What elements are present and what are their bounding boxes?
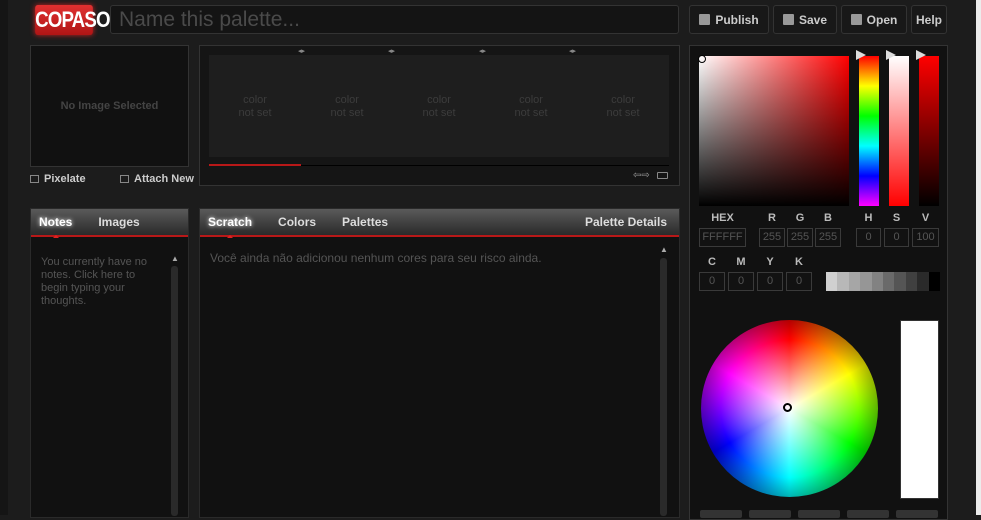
help-button[interactable]: Help: [911, 5, 947, 34]
scroll-up-icon[interactable]: ▲: [660, 245, 668, 254]
tab-colors[interactable]: Colors: [278, 215, 316, 229]
attach-icon: [120, 175, 129, 183]
y-label: Y: [766, 256, 774, 268]
notes-empty-text[interactable]: You currently have no notes. Click here …: [31, 237, 188, 308]
resize-handle-icon[interactable]: ◂▸: [569, 47, 576, 55]
pixelate-label: Pixelate: [44, 173, 86, 185]
palette-name-input[interactable]: Name this palette...: [110, 5, 679, 34]
gray-swatch[interactable]: [894, 272, 906, 291]
save-button[interactable]: Save: [773, 5, 837, 34]
tool-button[interactable]: [749, 510, 791, 518]
no-image-text: No Image Selected: [60, 100, 159, 112]
swatch[interactable]: color not set: [393, 55, 485, 157]
k-input[interactable]: 0: [786, 272, 812, 291]
swatch[interactable]: color not set: [209, 55, 301, 157]
tool-button[interactable]: [847, 510, 889, 518]
palette-details-tab[interactable]: Palette Details: [585, 215, 667, 229]
hue-handle[interactable]: [856, 50, 866, 60]
wheel-cursor[interactable]: [783, 403, 792, 412]
tab-notes[interactable]: Notes: [39, 215, 72, 238]
tool-button[interactable]: [798, 510, 840, 518]
gray-swatch[interactable]: [883, 272, 895, 291]
scratch-panel: Scratch Colors Palettes Palette Details Voc…: [199, 208, 680, 518]
publish-icon: [699, 14, 711, 25]
help-label: Help: [915, 12, 942, 27]
right-edge: [976, 0, 981, 515]
swap-icon[interactable]: ⇦⇨: [633, 170, 650, 181]
g-label: G: [795, 212, 805, 224]
left-edge: [0, 0, 8, 515]
tab-palettes[interactable]: Palettes: [342, 215, 388, 229]
k-label: K: [795, 256, 803, 268]
b-input[interactable]: 255: [815, 228, 841, 247]
r-label: R: [768, 212, 776, 224]
y-input[interactable]: 0: [757, 272, 783, 291]
save-label: Save: [798, 12, 828, 27]
s-label: S: [892, 212, 901, 224]
color-preview: [900, 320, 939, 499]
pixelate-icon: [30, 175, 39, 183]
v-label: V: [921, 212, 930, 224]
swatch[interactable]: color not set: [301, 55, 393, 157]
gray-swatch[interactable]: [848, 272, 861, 291]
c-label: C: [708, 256, 716, 268]
saturation-handle[interactable]: [886, 50, 896, 60]
scratch-scrollbar[interactable]: [660, 258, 667, 516]
grayscale-swatches: [826, 272, 941, 291]
tool-button[interactable]: [700, 510, 742, 518]
notes-scrollbar[interactable]: [171, 266, 178, 516]
scratch-empty-text: Você ainda não adicionou nenhum cores pa…: [210, 251, 542, 265]
scroll-up-icon[interactable]: ▲: [171, 254, 179, 263]
v-input[interactable]: 100: [912, 228, 939, 247]
m-label: M: [736, 256, 746, 268]
hex-label: HEX: [711, 212, 734, 224]
value-slider[interactable]: [919, 56, 939, 206]
gray-swatch[interactable]: [860, 272, 872, 291]
save-icon: [782, 14, 794, 25]
g-input[interactable]: 255: [787, 228, 813, 247]
b-label: B: [824, 212, 832, 224]
publish-label: Publish: [715, 12, 759, 27]
resize-handle-icon[interactable]: ◂▸: [298, 47, 305, 55]
sv-cursor[interactable]: [698, 55, 706, 63]
tab-scratch[interactable]: Scratch: [208, 215, 252, 238]
image-preview[interactable]: No Image Selected: [30, 45, 189, 167]
c-input[interactable]: 0: [699, 272, 725, 291]
resize-handle-icon[interactable]: ◂▸: [388, 47, 395, 55]
gray-swatch[interactable]: [917, 272, 929, 291]
open-label: Open: [866, 12, 898, 27]
m-input[interactable]: 0: [728, 272, 754, 291]
notes-panel: Notes Images You currently have no notes.…: [30, 208, 189, 518]
palette-scroll-thumb[interactable]: [209, 164, 301, 166]
saturation-value-square[interactable]: [699, 56, 849, 206]
s-input[interactable]: 0: [884, 228, 909, 247]
resize-handle-icon[interactable]: ◂▸: [479, 47, 486, 55]
gray-swatch[interactable]: [905, 272, 918, 291]
attach-new-button[interactable]: Attach New: [120, 173, 194, 185]
copaso-logo[interactable]: COPASO: [35, 5, 111, 35]
attach-new-label: Attach New: [134, 173, 194, 185]
tab-images[interactable]: Images: [98, 215, 139, 229]
value-handle[interactable]: [916, 50, 926, 60]
open-button[interactable]: Open: [841, 5, 907, 34]
gray-swatch[interactable]: [826, 272, 838, 291]
open-icon: [850, 14, 862, 25]
h-input[interactable]: 0: [856, 228, 881, 247]
h-label: H: [864, 212, 873, 224]
r-input[interactable]: 255: [759, 228, 785, 247]
swatch[interactable]: color not set: [485, 55, 577, 157]
gray-swatch[interactable]: [928, 272, 941, 291]
swatch[interactable]: color not set: [577, 55, 669, 157]
hex-input[interactable]: FFFFFF: [699, 228, 746, 247]
pixelate-button[interactable]: Pixelate: [30, 173, 86, 185]
saturation-slider[interactable]: [889, 56, 909, 206]
hue-slider[interactable]: [859, 56, 879, 206]
publish-button[interactable]: Publish: [689, 5, 769, 34]
gray-swatch[interactable]: [871, 272, 884, 291]
toggle-view-icon[interactable]: [657, 172, 668, 179]
tool-button[interactable]: [896, 510, 938, 518]
gray-swatch[interactable]: [837, 272, 849, 291]
